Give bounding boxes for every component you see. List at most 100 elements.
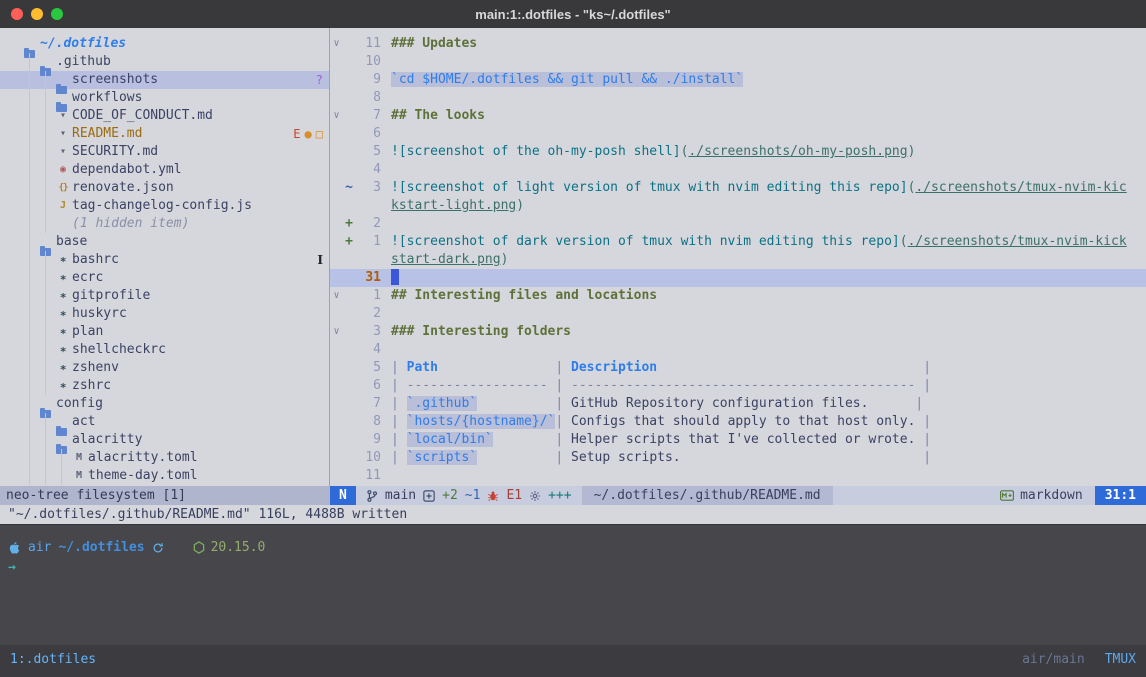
zoom-button[interactable] [51, 8, 63, 20]
git-sign [343, 71, 355, 89]
tree-item[interactable]: .github [0, 53, 329, 71]
editor-line[interactable]: kstart-light.png) [330, 197, 1146, 215]
tree-item[interactable]: ∗plan [0, 323, 329, 341]
editor-line[interactable]: 4 [330, 161, 1146, 179]
editor-line[interactable]: ∨1## Interesting files and locations [330, 287, 1146, 305]
editor-line[interactable]: ∨7## The looks [330, 107, 1146, 125]
tree-item-badges: I [317, 251, 323, 269]
line-text: ### Interesting folders [391, 323, 1146, 341]
line-number: 8 [355, 89, 381, 107]
editor-line[interactable]: ∨3### Interesting folders [330, 323, 1146, 341]
editor-line[interactable]: 2 [330, 305, 1146, 323]
editor-line[interactable]: 6| ------------------ | ----------------… [330, 377, 1146, 395]
editor-line[interactable]: +2 [330, 215, 1146, 233]
line-text [391, 125, 1146, 143]
tree-item[interactable]: Malacritty.toml [0, 449, 329, 467]
indent-guide [38, 413, 54, 431]
tree-item[interactable]: ∗shellcheckrc [0, 341, 329, 359]
line-number: 10 [355, 53, 381, 71]
tree-item[interactable]: ◉dependabot.yml [0, 161, 329, 179]
tree-item[interactable]: ∗gitprofile [0, 287, 329, 305]
text-segment: ### Updates [391, 36, 477, 51]
editor-line[interactable]: 8| `hosts/{hostname}/`| Configs that sho… [330, 413, 1146, 431]
editor-line[interactable]: 5| Path | Description | [330, 359, 1146, 377]
fold-marker[interactable]: ∨ [330, 323, 343, 341]
tree-item[interactable]: ▾CODE_OF_CONDUCT.md [0, 107, 329, 125]
text-segment: | [923, 414, 931, 429]
editor-line[interactable]: 5![screenshot of the oh-my-posh shell](.… [330, 143, 1146, 161]
fold-marker[interactable]: ∨ [330, 35, 343, 53]
editor-line[interactable]: 31 [330, 269, 1146, 287]
shell-prompt: air ~/.dotfiles 20.15.0 [8, 538, 1138, 557]
line-number: 10 [355, 449, 381, 467]
text-segment: kstart-light.png [391, 198, 516, 213]
editor-line[interactable]: ~3![screenshot of light version of tmux … [330, 179, 1146, 197]
tree-item[interactable]: ▾SECURITY.md [0, 143, 329, 161]
tree-item[interactable]: config [0, 395, 329, 413]
cursor-position: 31:1 [1095, 486, 1146, 505]
tree-item[interactable]: ∗huskyrc [0, 305, 329, 323]
shell-pane[interactable]: air ~/.dotfiles 20.15.0 → [0, 524, 1146, 645]
minimize-button[interactable] [31, 8, 43, 20]
tmux-session-label: air/main [1022, 651, 1085, 669]
editor-line[interactable]: 4 [330, 341, 1146, 359]
fold-column [330, 197, 343, 215]
tmux-window-tab[interactable]: 1:.dotfiles [10, 651, 96, 669]
fold-marker[interactable]: ∨ [330, 107, 343, 125]
editor-line[interactable]: start-dark.png) [330, 251, 1146, 269]
editor-line[interactable]: 6 [330, 125, 1146, 143]
tree-item[interactable]: screenshots? [0, 71, 329, 89]
line-text [391, 269, 1146, 287]
tree-item[interactable]: ∗bashrcI [0, 251, 329, 269]
text-segment: | [391, 432, 407, 447]
tree-item[interactable]: (1 hidden item) [0, 215, 329, 233]
tree-item[interactable]: ▾README.mdE●□ [0, 125, 329, 143]
tree-item[interactable]: ~/.dotfiles [0, 35, 329, 53]
text-segment: ----------------------------------------… [571, 378, 923, 393]
tree-item[interactable]: alacritty [0, 431, 329, 449]
indent-guide [22, 233, 38, 251]
tree-item[interactable]: act [0, 413, 329, 431]
tree-item[interactable]: {}renovate.json [0, 179, 329, 197]
tree-item-label: (1 hidden item) [72, 215, 189, 233]
text-segment: | [555, 378, 571, 393]
indent-guide [22, 89, 38, 107]
tree-item[interactable]: ∗ecrc [0, 269, 329, 287]
git-sign: ~ [343, 179, 355, 197]
fold-column [330, 431, 343, 449]
editor-line[interactable]: 11 [330, 467, 1146, 485]
editor-line[interactable]: 10| `scripts` | Setup scripts. | [330, 449, 1146, 467]
tree-item-badge: □ [316, 125, 323, 143]
editor-line[interactable]: ∨ 11 ### Updates [330, 35, 1146, 53]
tree-item-label: tag-changelog-config.js [72, 197, 252, 215]
fold-marker[interactable]: ∨ [330, 287, 343, 305]
tree-item[interactable]: base [0, 233, 329, 251]
text-segment: Setup scripts. [571, 450, 923, 465]
tree-item[interactable]: Jtag-changelog-config.js [0, 197, 329, 215]
text-segment: start-dark.png [391, 252, 501, 267]
tree-item-label: gitprofile [72, 287, 150, 305]
text-segment: | [555, 360, 571, 375]
editor-line[interactable]: 8 [330, 89, 1146, 107]
line-number: 11 [355, 467, 381, 485]
tree-item[interactable]: workflows [0, 89, 329, 107]
close-button[interactable] [11, 8, 23, 20]
diff-icon [423, 490, 435, 502]
tree-item[interactable]: ∗zshenv [0, 359, 329, 377]
line-text [391, 341, 1146, 359]
tree-item[interactable]: Mtheme-day.toml [0, 467, 329, 485]
editor-line[interactable]: 7| `.github` | GitHub Repository configu… [330, 395, 1146, 413]
editor-line[interactable]: 9| `local/bin` | Helper scripts that I'v… [330, 431, 1146, 449]
text-segment [438, 360, 555, 375]
line-number: 7 [355, 395, 381, 413]
tree-item-badges: E●□ [293, 125, 323, 143]
shell-input-line[interactable]: → [8, 558, 1138, 577]
text-segment: Helper scripts that I've collected or wr… [571, 432, 923, 447]
editor-line[interactable]: 10 [330, 53, 1146, 71]
line-number: 11 [355, 35, 381, 53]
editor-line[interactable]: +1![screenshot of dark version of tmux w… [330, 233, 1146, 251]
git-sign [343, 161, 355, 179]
prompt-arrow: → [8, 560, 16, 575]
editor-line[interactable]: 9`cd $HOME/.dotfiles && git pull && ./in… [330, 71, 1146, 89]
tree-item[interactable]: ∗zshrc [0, 377, 329, 395]
